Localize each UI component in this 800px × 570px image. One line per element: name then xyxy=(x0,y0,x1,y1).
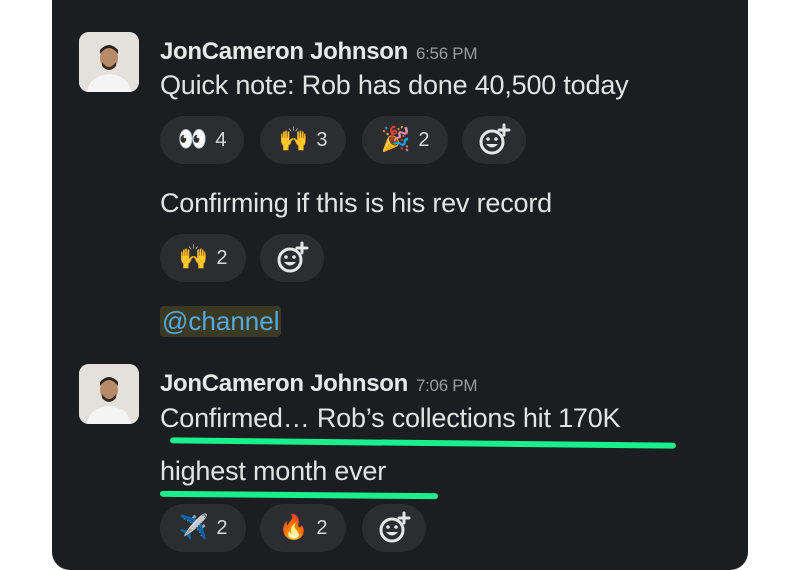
message-text: Quick note: Rob has done 40,500 today xyxy=(160,70,629,100)
reaction-count: 2 xyxy=(418,128,430,151)
raised-hands-icon: 🙌 xyxy=(178,244,209,271)
party-popper-icon: 🎉 xyxy=(380,126,411,153)
add-reaction-icon xyxy=(479,123,511,155)
add-reaction-button[interactable] xyxy=(260,234,324,282)
message-author[interactable]: JonCameron Johnson 7:06 PM xyxy=(160,370,477,398)
message-author[interactable]: JonCameron Johnson 6:56 PM xyxy=(160,38,477,66)
avatar[interactable] xyxy=(79,364,139,424)
reaction-count: 3 xyxy=(316,128,328,151)
reaction-raised-hands[interactable]: 🙌 3 xyxy=(260,116,346,164)
message-timestamp[interactable]: 6:56 PM xyxy=(416,44,478,63)
add-reaction-icon xyxy=(277,241,309,273)
avatar-photo xyxy=(79,32,139,92)
reaction-party-popper[interactable]: 🎉 2 xyxy=(362,116,448,164)
reaction-airplane[interactable]: ✈️ 2 xyxy=(160,504,246,552)
raised-hands-icon: 🙌 xyxy=(278,126,309,153)
reaction-eyes[interactable]: 👀 4 xyxy=(160,116,244,164)
avatar[interactable] xyxy=(79,32,139,92)
channel-mention[interactable]: @channel xyxy=(160,306,282,337)
airplane-icon: ✈️ xyxy=(178,514,209,541)
reaction-fire[interactable]: 🔥 2 xyxy=(260,504,346,552)
message-text: Confirmed… Rob’s collections hit 170K xyxy=(160,403,621,433)
avatar-photo xyxy=(79,364,139,424)
reaction-count: 2 xyxy=(316,516,328,539)
add-reaction-button[interactable] xyxy=(362,504,426,552)
eyes-icon: 👀 xyxy=(177,126,208,153)
fire-icon: 🔥 xyxy=(278,514,309,541)
message-text: Confirming if this is his rev record xyxy=(160,188,552,218)
reaction-raised-hands[interactable]: 🙌 2 xyxy=(160,234,246,282)
reaction-count: 4 xyxy=(215,128,227,151)
reaction-count: 2 xyxy=(216,246,228,269)
reaction-count: 2 xyxy=(216,516,228,539)
message-timestamp[interactable]: 7:06 PM xyxy=(416,376,478,395)
message-text: highest month ever xyxy=(160,456,387,486)
add-reaction-button[interactable] xyxy=(462,116,526,164)
add-reaction-icon xyxy=(379,511,411,543)
